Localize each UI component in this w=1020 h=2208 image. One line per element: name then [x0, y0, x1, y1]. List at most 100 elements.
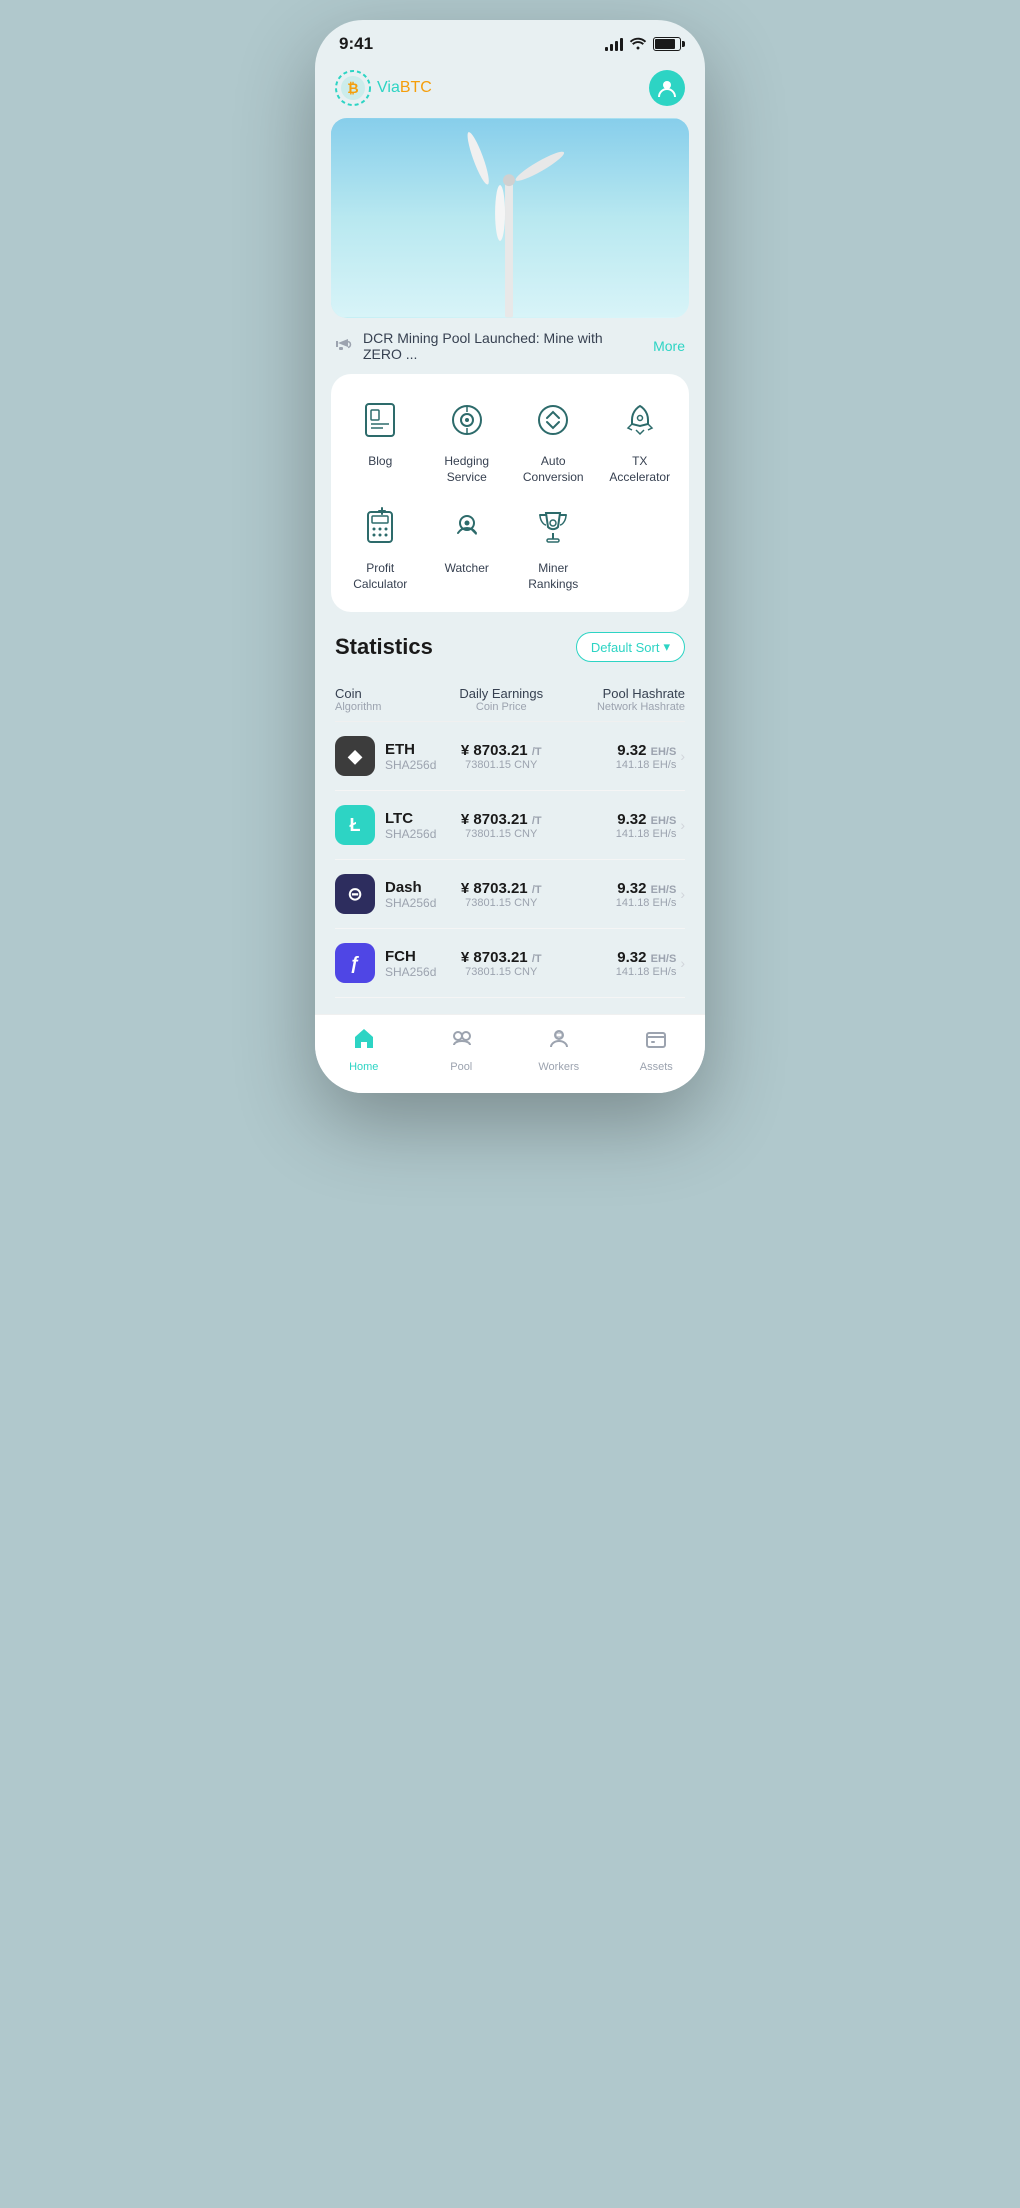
earnings-col: ¥ 8703.21 /T 73801.15 CNY: [440, 880, 563, 909]
stats-header: Statistics Default Sort ▾: [335, 632, 685, 662]
banner[interactable]: [331, 118, 689, 318]
service-profitcalc[interactable]: Profit Calculator: [341, 501, 420, 592]
logo-text: ViaBTC: [377, 79, 432, 97]
logo-via: Via: [377, 79, 400, 96]
hashrate-main: 9.32 EH/S: [616, 811, 677, 828]
hashrate-sub: 141.18 EH/s: [616, 759, 677, 771]
earnings-col: ¥ 8703.21 /T 73801.15 CNY: [440, 811, 563, 840]
hashrate-col: 9.32 EH/S 141.18 EH/s ›: [563, 742, 686, 771]
battery-icon: [653, 37, 681, 51]
coin-name: FCH: [385, 948, 436, 965]
table-header: Coin Algorithm Daily Earnings Coin Price…: [335, 678, 685, 722]
hashrate-main: 9.32 EH/S: [616, 742, 677, 759]
app-header: ₿ ViaBTC: [315, 62, 705, 118]
status-bar: 9:41: [315, 20, 705, 62]
logo-btc: BTC: [400, 79, 432, 96]
conversion-icon: [527, 394, 579, 446]
news-more-button[interactable]: More: [653, 338, 685, 354]
coin-info: ◆ ETH SHA256d: [335, 736, 440, 776]
earnings-col: ¥ 8703.21 /T 73801.15 CNY: [440, 949, 563, 978]
nav-assets-label: Assets: [640, 1061, 673, 1073]
nav-pool[interactable]: Pool: [413, 1027, 511, 1073]
watcher-label: Watcher: [445, 561, 489, 577]
chevron-right-icon: ›: [680, 817, 685, 833]
col-hashrate: Pool Hashrate: [563, 686, 686, 701]
chevron-right-icon: ›: [680, 748, 685, 764]
stats-title: Statistics: [335, 634, 433, 660]
blog-label: Blog: [368, 454, 392, 470]
col-coin: Coin: [335, 686, 440, 701]
coin-name: ETH: [385, 741, 436, 758]
rocket-icon: [614, 394, 666, 446]
logo: ₿ ViaBTC: [335, 70, 432, 106]
col-algo: Algorithm: [335, 701, 440, 713]
hashrate-sub: 141.18 EH/s: [616, 828, 677, 840]
nav-assets[interactable]: Assets: [608, 1027, 706, 1073]
chevron-down-icon: ▾: [663, 639, 670, 655]
nav-home-label: Home: [349, 1061, 378, 1073]
user-avatar-button[interactable]: [649, 70, 685, 106]
earnings-main: ¥ 8703.21 /T: [440, 742, 563, 759]
table-row[interactable]: ⊝ Dash SHA256d ¥ 8703.21 /T 73801.15 CNY…: [335, 860, 685, 929]
workers-icon: [547, 1027, 571, 1057]
earnings-main: ¥ 8703.21 /T: [440, 880, 563, 897]
nav-workers-label: Workers: [538, 1061, 579, 1073]
services-row2: Profit Calculator Watcher: [341, 501, 679, 592]
profitcalc-label: Profit Calculator: [341, 561, 420, 592]
blog-icon: [354, 394, 406, 446]
earnings-main: ¥ 8703.21 /T: [440, 811, 563, 828]
signal-icon: [605, 37, 623, 51]
earnings-main: ¥ 8703.21 /T: [440, 949, 563, 966]
hashrate-col: 9.32 EH/S 141.18 EH/s ›: [563, 811, 686, 840]
earnings-sub: 73801.15 CNY: [440, 897, 563, 909]
table-row[interactable]: Ł LTC SHA256d ¥ 8703.21 /T 73801.15 CNY …: [335, 791, 685, 860]
service-blog[interactable]: Blog: [341, 394, 420, 485]
trophy-icon: [527, 501, 579, 553]
coin-logo: ⊝: [335, 874, 375, 914]
service-minerrankings[interactable]: Miner Rankings: [514, 501, 593, 592]
chevron-right-icon: ›: [680, 886, 685, 902]
txaccelerator-label: TX Accelerator: [601, 454, 680, 485]
earnings-col: ¥ 8703.21 /T 73801.15 CNY: [440, 742, 563, 771]
col-network: Network Hashrate: [563, 701, 686, 713]
hashrate-sub: 141.18 EH/s: [616, 897, 677, 909]
status-time: 9:41: [339, 34, 373, 54]
pool-icon: [449, 1027, 473, 1057]
watcher-icon: [441, 501, 493, 553]
announcement-icon: [335, 336, 353, 357]
table-row[interactable]: ◆ ETH SHA256d ¥ 8703.21 /T 73801.15 CNY …: [335, 722, 685, 791]
col-price: Coin Price: [440, 701, 563, 713]
assets-icon: [644, 1027, 668, 1057]
wifi-icon: [629, 36, 647, 53]
coin-rows: ◆ ETH SHA256d ¥ 8703.21 /T 73801.15 CNY …: [335, 722, 685, 998]
nav-home[interactable]: Home: [315, 1027, 413, 1073]
coin-logo: ƒ: [335, 943, 375, 983]
minerrankings-label: Miner Rankings: [514, 561, 593, 592]
services-card: Blog Hedging Service: [331, 374, 689, 612]
hedging-icon: [441, 394, 493, 446]
hashrate-main: 9.32 EH/S: [616, 880, 677, 897]
statistics-section: Statistics Default Sort ▾ Coin Algorithm…: [315, 612, 705, 998]
table-row[interactable]: ƒ FCH SHA256d ¥ 8703.21 /T 73801.15 CNY …: [335, 929, 685, 998]
svg-text:₿: ₿: [347, 80, 358, 96]
nav-workers[interactable]: Workers: [510, 1027, 608, 1073]
status-icons: [605, 36, 681, 53]
sort-button[interactable]: Default Sort ▾: [576, 632, 685, 662]
hedging-label: Hedging Service: [428, 454, 507, 485]
services-row1: Blog Hedging Service: [341, 394, 679, 485]
service-autoconversion[interactable]: Auto Conversion: [514, 394, 593, 485]
earnings-sub: 73801.15 CNY: [440, 966, 563, 978]
service-txaccelerator[interactable]: TX Accelerator: [601, 394, 680, 485]
nav-pool-label: Pool: [450, 1061, 472, 1073]
news-bar: DCR Mining Pool Launched: Mine with ZERO…: [315, 318, 705, 374]
earnings-sub: 73801.15 CNY: [440, 828, 563, 840]
banner-image: [331, 118, 689, 318]
coin-info: ⊝ Dash SHA256d: [335, 874, 440, 914]
coin-logo: ◆: [335, 736, 375, 776]
coin-info: ƒ FCH SHA256d: [335, 943, 440, 983]
service-hedging[interactable]: Hedging Service: [428, 394, 507, 485]
coin-logo: Ł: [335, 805, 375, 845]
service-watcher[interactable]: Watcher: [428, 501, 507, 592]
bottom-nav: Home Pool Workers: [315, 1014, 705, 1093]
home-icon: [352, 1027, 376, 1057]
